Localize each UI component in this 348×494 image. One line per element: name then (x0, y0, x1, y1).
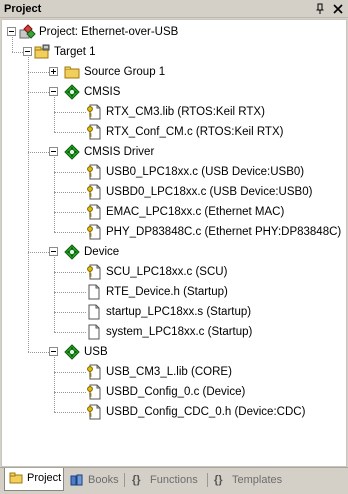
tree-connector-line (54, 392, 86, 393)
config-file-icon (86, 124, 102, 140)
tree-connector-line (54, 257, 55, 332)
books-icon (70, 473, 84, 487)
file-icon (86, 324, 102, 340)
file-label: system_LPC18xx.c (Startup) (106, 326, 253, 338)
tab-label: Books (88, 474, 119, 486)
file-label: EMAC_LPC18xx.c (Ethernet MAC) (106, 206, 285, 218)
group-label: CMSIS Driver (84, 146, 155, 158)
file-label: USB_CM3_L.lib (CORE) (106, 366, 232, 378)
tree-connector-line (54, 97, 55, 132)
project-tree-pane[interactable]: Project: Ethernet-over-USB Target 1 Source… (1, 19, 347, 467)
pin-icon[interactable] (313, 2, 327, 16)
tree-connector-line (54, 192, 86, 193)
tree-connector-line (54, 357, 55, 412)
file-label: RTX_Conf_CM.c (RTOS:Keil RTX) (106, 126, 284, 138)
group-label: Device (84, 246, 120, 258)
panel-tab-bar: Project Books {} Functions {} Templates (0, 467, 348, 493)
tree-connector-line (28, 92, 49, 93)
group-label-row[interactable]: Source Group 1 (2, 62, 346, 82)
panel-titlebar: Project (0, 0, 348, 18)
tab-separator (207, 473, 208, 487)
tab-label: Templates (232, 474, 283, 486)
file-label: USBD_Config_0.c (Device) (106, 386, 246, 398)
tab-separator (124, 473, 125, 487)
config-file-icon (86, 224, 102, 240)
braces-icon: {} (132, 474, 141, 486)
tree-connector-line (12, 37, 13, 52)
tree-connector-line (54, 212, 86, 213)
config-file-icon (86, 204, 102, 220)
group-label: Source Group 1 (84, 66, 166, 78)
component-icon (64, 84, 80, 100)
tree-connector-line (54, 232, 86, 233)
file-label: PHY_DP83848C.c (Ethernet PHY:DP83848C) (106, 226, 342, 238)
tab-project[interactable]: Project (4, 468, 64, 491)
file-icon (86, 284, 102, 300)
target-folder-icon (34, 44, 50, 60)
project-icon (19, 24, 36, 40)
project-label: Project: Ethernet-over-USB (39, 26, 179, 38)
tree-connector-line (28, 352, 49, 353)
tree-connector-line (28, 72, 49, 73)
tab-functions[interactable]: {} Functions (128, 470, 208, 490)
project-label-row[interactable]: Project: Ethernet-over-USB (2, 22, 346, 42)
project-tree[interactable]: Project: Ethernet-over-USB Target 1 Source… (2, 20, 346, 466)
tree-connector-line (28, 57, 29, 352)
component-icon (64, 144, 80, 160)
config-file-icon (86, 184, 102, 200)
component-icon (64, 244, 80, 260)
tree-connector-line (54, 372, 86, 373)
tree-connector-line (54, 112, 86, 113)
config-file-icon (86, 364, 102, 380)
tree-connector-line (54, 312, 86, 313)
file-label: RTX_CM3.lib (RTOS:Keil RTX) (106, 106, 265, 118)
file-icon (86, 304, 102, 320)
file-label: USBD_Config_CDC_0.h (Device:CDC) (106, 406, 306, 418)
tree-connector-line (12, 52, 23, 53)
component-icon (64, 344, 80, 360)
file-label: RTE_Device.h (Startup) (106, 286, 228, 298)
file-label: USB0_LPC18xx.c (USB Device:USB0) (106, 166, 305, 178)
tree-connector-line (28, 252, 49, 253)
tab-templates[interactable]: {} Templates (210, 470, 286, 490)
panel-title: Project (4, 3, 42, 15)
config-file-icon (86, 164, 102, 180)
file-label: startup_LPC18xx.s (Startup) (106, 306, 252, 318)
templates-icon: {} (214, 474, 223, 486)
tree-connector-line (54, 132, 86, 133)
file-label: USBD0_LPC18xx.c (USB Device:USB0) (106, 186, 313, 198)
tree-connector-line (54, 332, 86, 333)
tab-label: Functions (150, 474, 198, 486)
tree-connector-line (54, 412, 86, 413)
tab-books[interactable]: Books (66, 470, 122, 490)
tab-label: Project (27, 472, 62, 484)
config-file-icon (86, 404, 102, 420)
tree-connector-line (54, 292, 86, 293)
close-icon[interactable] (331, 2, 345, 16)
tree-connector-line (54, 172, 86, 173)
config-file-icon (86, 104, 102, 120)
config-file-icon (86, 384, 102, 400)
target-label: Target 1 (54, 46, 96, 58)
project-tab-icon (9, 471, 23, 485)
folder-icon (64, 64, 80, 80)
target-label-row[interactable]: Target 1 (2, 42, 346, 62)
group-label: CMSIS (84, 86, 121, 98)
tree-connector-line (54, 157, 55, 232)
config-file-icon (86, 264, 102, 280)
tree-connector-line (28, 152, 49, 153)
tree-connector-line (54, 272, 86, 273)
group-label: USB (84, 346, 108, 358)
file-label: SCU_LPC18xx.c (SCU) (106, 266, 228, 278)
